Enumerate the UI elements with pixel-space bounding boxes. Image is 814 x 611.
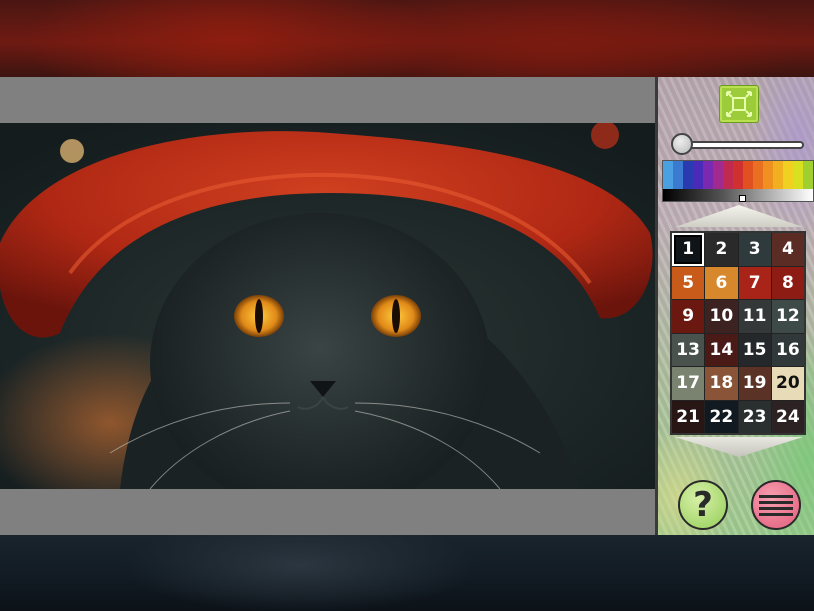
palette-swatch-number: 14 xyxy=(709,339,734,360)
spectrum-grays[interactable] xyxy=(663,189,813,201)
palette-swatch-23[interactable]: 23 xyxy=(738,400,771,433)
color-palette-grid: 1 2 3 4 5 6 7 8 9 10 11 12 13 14 15 16 17 18 19 20 21 22 23 24 xyxy=(670,231,806,435)
palette-scroll-up-button[interactable] xyxy=(675,205,803,227)
palette-scroll-down-button[interactable] xyxy=(675,437,803,457)
spectrum-hues[interactable] xyxy=(663,161,813,189)
spectrum-hue-7[interactable] xyxy=(723,161,733,189)
spectrum-hue-14[interactable] xyxy=(793,161,803,189)
palette-swatch-7[interactable]: 7 xyxy=(738,266,771,299)
palette-swatch-number: 4 xyxy=(781,239,794,260)
blurred-backdrop-top xyxy=(0,0,814,77)
palette-swatch-number: 8 xyxy=(781,272,794,293)
palette-swatch-5[interactable]: 5 xyxy=(672,266,705,299)
palette-swatch-number: 3 xyxy=(748,239,761,260)
palette-swatch-20[interactable]: 20 xyxy=(771,367,804,400)
palette-swatch-number: 6 xyxy=(715,272,728,293)
palette-swatch-3[interactable]: 3 xyxy=(738,233,771,266)
cat-in-witch-hat-image xyxy=(0,123,655,489)
spectrum-hue-1[interactable] xyxy=(663,161,673,189)
palette-swatch-9[interactable]: 9 xyxy=(672,300,705,333)
spectrum-hue-5[interactable] xyxy=(703,161,713,189)
palette-swatch-number: 20 xyxy=(776,373,800,394)
palette-swatch-17[interactable]: 17 xyxy=(672,367,705,400)
question-icon: ? xyxy=(693,485,713,525)
palette-swatch-6[interactable]: 6 xyxy=(705,266,738,299)
zoom-slider-thumb[interactable] xyxy=(671,133,693,155)
palette-swatch-number: 13 xyxy=(676,339,700,360)
spectrum-hue-15[interactable] xyxy=(803,161,813,189)
spectrum-hue-2[interactable] xyxy=(673,161,683,189)
spectrum-hue-13[interactable] xyxy=(783,161,793,189)
palette-swatch-11[interactable]: 11 xyxy=(738,300,771,333)
tool-panel: 1 2 3 4 5 6 7 8 9 10 11 12 13 14 15 16 17 18 19 20 21 22 23 24 … xyxy=(655,77,814,535)
palette-swatch-12[interactable]: 12 xyxy=(771,300,804,333)
puzzle-picture[interactable] xyxy=(0,123,655,489)
palette-swatch-21[interactable]: 21 xyxy=(672,400,705,433)
palette-swatch-number: 17 xyxy=(676,373,700,394)
fit-to-screen-button[interactable] xyxy=(719,85,759,123)
palette-swatch-number: 24 xyxy=(776,406,800,427)
spectrum-hue-4[interactable] xyxy=(693,161,703,189)
palette-swatch-number: 23 xyxy=(742,406,767,427)
game-canvas[interactable] xyxy=(0,77,655,535)
palette-swatch-number: 21 xyxy=(676,406,700,427)
spectrum-hue-12[interactable] xyxy=(773,161,783,189)
spectrum-hue-6[interactable] xyxy=(713,161,723,189)
color-spectrum-picker[interactable] xyxy=(662,160,814,202)
fit-to-screen-icon xyxy=(726,91,752,117)
blurred-backdrop-bottom xyxy=(0,535,814,611)
palette-swatch-number: 2 xyxy=(715,239,728,260)
palette-swatch-number: 18 xyxy=(709,373,734,394)
zoom-slider-track[interactable] xyxy=(678,141,804,149)
palette-swatch-2[interactable]: 2 xyxy=(705,233,738,266)
palette-swatch-number: 15 xyxy=(742,339,767,360)
spectrum-position-marker xyxy=(739,195,746,202)
palette-swatch-15[interactable]: 15 xyxy=(738,333,771,366)
palette-swatch-14[interactable]: 14 xyxy=(705,333,738,366)
palette-swatch-24[interactable]: 24 xyxy=(771,400,804,433)
palette-swatch-22[interactable]: 22 xyxy=(705,400,738,433)
spectrum-hue-9[interactable] xyxy=(743,161,753,189)
palette-swatch-number: 5 xyxy=(682,272,695,293)
palette-swatch-number: 7 xyxy=(748,272,761,293)
palette-swatch-number: 12 xyxy=(776,306,800,327)
spectrum-hue-11[interactable] xyxy=(763,161,773,189)
palette-swatch-number: 9 xyxy=(682,306,695,327)
palette-swatch-1[interactable]: 1 xyxy=(672,233,705,266)
palette-swatch-number: 11 xyxy=(742,306,767,327)
palette-swatch-13[interactable]: 13 xyxy=(672,333,705,366)
palette-swatch-number: 1 xyxy=(682,239,695,260)
palette-swatch-number: 22 xyxy=(709,406,734,427)
palette-swatch-number: 10 xyxy=(709,306,734,327)
palette-swatch-4[interactable]: 4 xyxy=(771,233,804,266)
palette-swatch-number: 19 xyxy=(742,373,767,394)
spectrum-hue-3[interactable] xyxy=(683,161,693,189)
palette-swatch-16[interactable]: 16 xyxy=(771,333,804,366)
palette-swatch-18[interactable]: 18 xyxy=(705,367,738,400)
palette-swatch-number: 16 xyxy=(776,339,800,360)
help-button[interactable]: ? xyxy=(678,480,728,530)
palette-swatch-19[interactable]: 19 xyxy=(738,367,771,400)
hamburger-menu-icon xyxy=(759,495,793,516)
menu-button[interactable] xyxy=(751,480,801,530)
palette-swatch-8[interactable]: 8 xyxy=(771,266,804,299)
spectrum-hue-8[interactable] xyxy=(733,161,743,189)
spectrum-hue-10[interactable] xyxy=(753,161,763,189)
palette-swatch-10[interactable]: 10 xyxy=(705,300,738,333)
